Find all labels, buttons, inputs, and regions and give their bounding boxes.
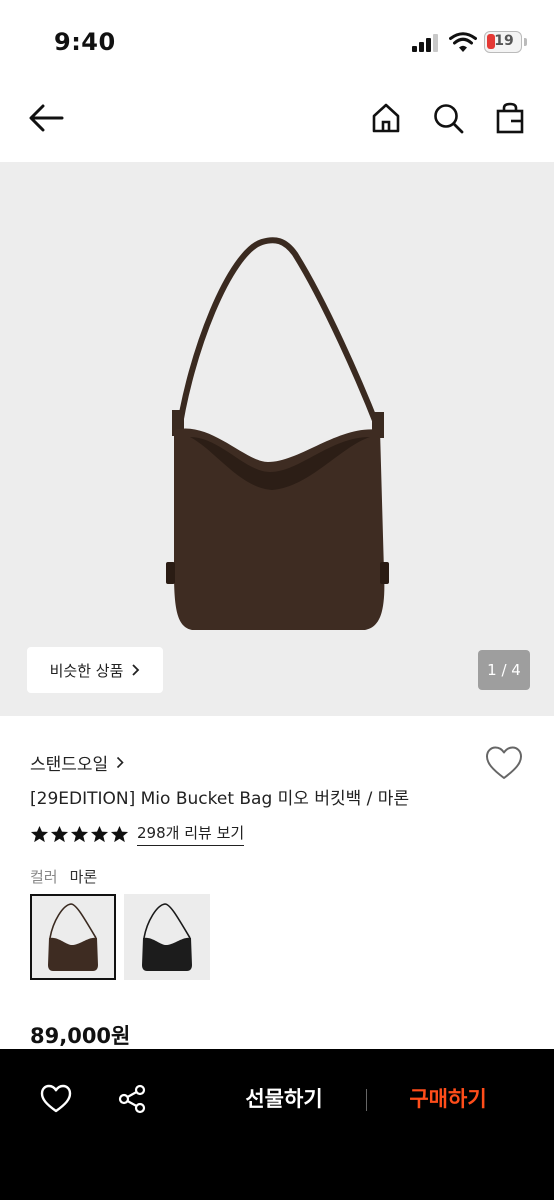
share-button[interactable] [114,1081,150,1117]
cart-button[interactable] [490,98,530,138]
similar-products-button[interactable]: 비슷한 상품 [27,647,163,693]
shopping-bag-icon [496,102,524,134]
chevron-right-icon [132,664,140,676]
wishlist-heart-icon[interactable] [484,744,524,784]
heart-icon [40,1084,72,1113]
status-time: 9:40 [54,28,116,56]
product-image [166,237,389,630]
rating-stars [30,825,129,844]
color-swatch-brown[interactable] [30,894,116,980]
home-icon [372,103,400,133]
star-icon [70,825,89,842]
back-button[interactable] [26,98,66,138]
similar-products-label: 비슷한 상품 [49,661,124,680]
buy-button[interactable]: 구매하기 [386,1083,510,1115]
star-icon [50,825,69,842]
bottom-action-bar: 선물하기 구매하기 [0,1049,554,1200]
brand-name: 스탠드오일 [30,755,109,775]
app-header [0,88,554,162]
wifi-icon [449,32,477,52]
product-image-carousel[interactable]: 비슷한 상품 1 / 4 [0,162,554,716]
selected-color: 마론 [69,868,98,886]
color-swatch-black[interactable] [124,894,210,980]
status-bar: 9:40 19 [0,0,554,88]
home-button[interactable] [366,98,406,138]
share-icon [118,1084,146,1114]
bag-thumbnail [48,903,98,971]
star-icon [90,825,109,842]
arrow-left-icon [29,104,64,132]
search-icon [434,104,464,134]
color-option-row: 컬러 마론 [30,866,97,887]
bag-thumbnail [142,903,192,971]
price: 89,000원 [30,1024,131,1048]
chevron-right-icon [117,756,124,769]
reviews-link[interactable]: 298개 리뷰 보기 [137,822,245,846]
star-icon [30,825,49,842]
battery-icon: 19 [484,31,522,53]
cellular-signal-icon [412,34,438,52]
like-button[interactable] [38,1081,74,1117]
divider [366,1089,367,1111]
star-icon [110,825,129,842]
color-label: 컬러 [30,868,58,886]
product-title: [29EDITION] Mio Bucket Bag 미오 버킷백 / 마론 [30,789,410,809]
brand-link[interactable]: 스탠드오일 [30,750,124,775]
gift-button[interactable]: 선물하기 [222,1083,346,1115]
rating-row: 298개 리뷰 보기 [30,822,245,846]
battery-level: 19 [494,33,514,49]
search-button[interactable] [428,98,468,138]
image-page-indicator: 1 / 4 [478,650,530,690]
